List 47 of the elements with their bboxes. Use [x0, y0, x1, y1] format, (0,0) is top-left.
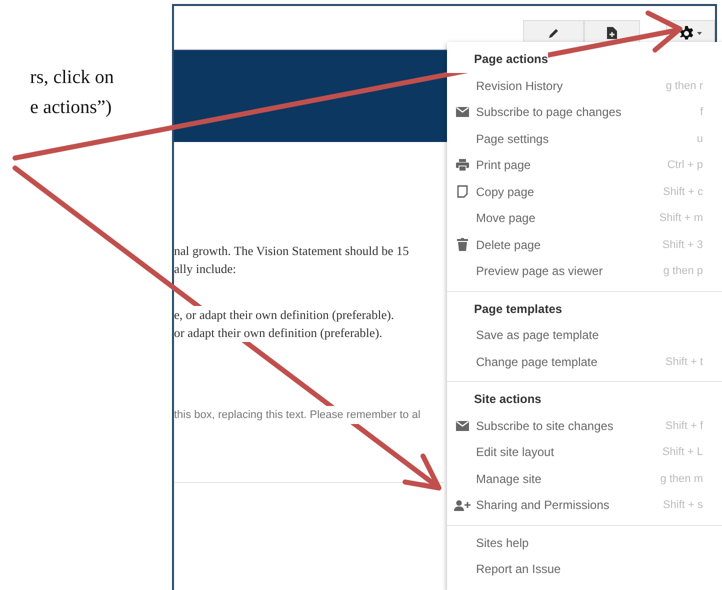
menu-item[interactable]: Move page Shift + m	[447, 205, 722, 232]
caret-icon	[696, 32, 702, 34]
person-add-icon	[454, 500, 471, 511]
shortcut-text: Shift + m	[659, 212, 703, 224]
shortcut-text: Ctrl + p	[667, 159, 703, 172]
menu-item[interactable]: Page settings u	[447, 126, 722, 152]
copy-icon	[457, 185, 468, 198]
shortcut-text: Shift + c	[662, 186, 703, 198]
menu-item[interactable]: Preview page as viewer g then p	[447, 258, 722, 284]
menu-item[interactable]: Edit site layout Shift + L	[447, 439, 722, 466]
menu-item[interactable]: Revision History g then r	[447, 72, 722, 99]
pencil-icon	[548, 27, 560, 39]
printer-icon	[456, 159, 469, 172]
shortcut-text: u	[696, 132, 703, 145]
body-text: e, or adapt their own definition (preferable).	[174, 306, 394, 324]
menu-item[interactable]: Sharing and Permissions Shift + s	[447, 492, 722, 518]
menu-section-header: Page templates	[447, 296, 562, 322]
envelope-icon	[456, 420, 469, 431]
shortcut-text: Shift + 3	[662, 238, 703, 251]
shortcut-text: g then p	[663, 265, 703, 278]
body-text: or adapt their own definition (preferable).	[174, 324, 382, 342]
menu-item[interactable]: Change page template Shift + t	[447, 348, 722, 375]
shortcut-text: Shift + L	[662, 446, 703, 458]
shortcut-text: f	[700, 106, 703, 118]
caption-text: e actions”)	[30, 96, 112, 120]
body-text: this box, replacing this text. Please remember to al	[174, 406, 420, 424]
menu-item[interactable]: Save as page template	[447, 322, 722, 348]
shortcut-text: Shift + s	[662, 499, 703, 512]
menu-section-header: Page actions	[447, 46, 548, 72]
envelope-icon	[456, 107, 469, 118]
menu-item[interactable]: Subscribe to site changes Shift + f	[447, 412, 722, 439]
shortcut-text: Shift + t	[665, 356, 703, 368]
trash-icon	[457, 238, 468, 252]
menu-item[interactable]: Manage site g then m	[447, 466, 722, 492]
menu-item[interactable]: Copy page Shift + c	[447, 178, 722, 205]
page-plus-icon	[606, 27, 617, 39]
menu-item[interactable]: Report an Issue	[447, 556, 722, 582]
caption-text: rs, click on	[30, 66, 114, 90]
shortcut-text: g then r	[666, 80, 703, 92]
menu-item[interactable]: Print page Ctrl + p	[447, 152, 722, 178]
menu-section-header: Site actions	[447, 386, 542, 412]
shortcut-text: Shift + f	[665, 420, 703, 432]
menu-item[interactable]: Subscribe to page changes f	[447, 99, 722, 126]
shortcut-text: g then m	[660, 472, 703, 485]
settings-icon	[678, 26, 694, 40]
menu-item[interactable]: Delete page Shift + 3	[447, 232, 722, 258]
menu-item[interactable]: Sites help	[447, 530, 722, 556]
